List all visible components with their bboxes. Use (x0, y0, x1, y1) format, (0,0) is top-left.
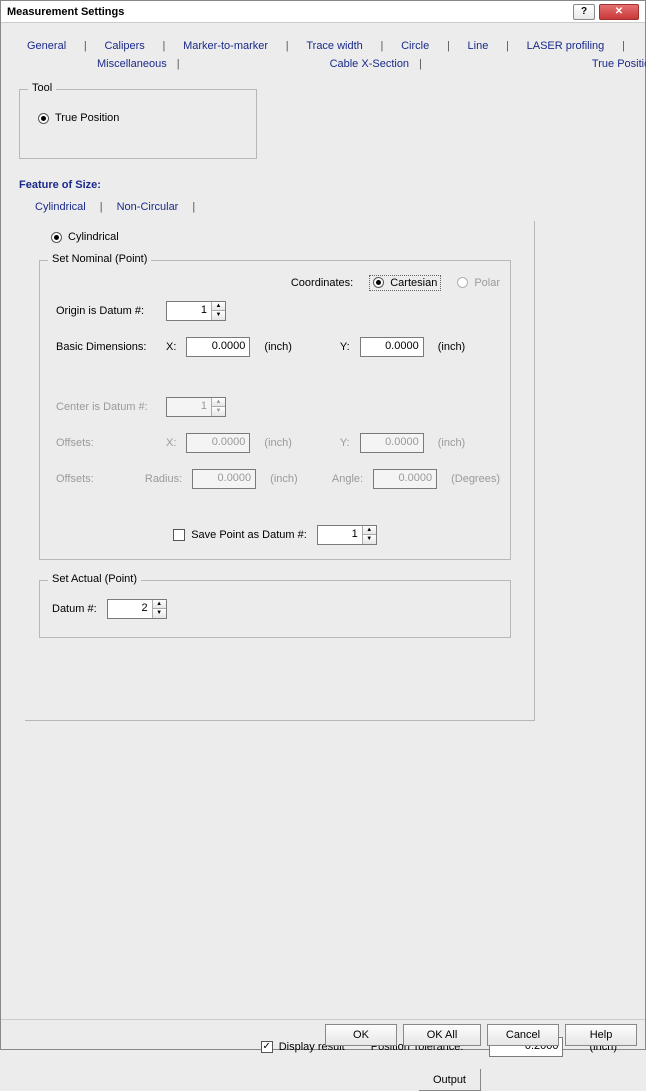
output-button[interactable]: Output (419, 1069, 481, 1091)
spin-up-icon[interactable]: ▲ (363, 526, 376, 535)
tab-true-position[interactable]: True Position (584, 55, 646, 73)
window-title: Measurement Settings (7, 6, 573, 18)
feature-subtabs: Cylindrical| Non-Circular| (15, 197, 631, 215)
spin-down-icon[interactable]: ▼ (363, 534, 376, 544)
radio-dot-icon (51, 232, 62, 243)
radio-dot-icon (457, 277, 468, 288)
tool-true-position-radio[interactable]: True Position (38, 112, 119, 124)
save-point-as-datum-check[interactable]: Save Point as Datum #: (173, 529, 307, 541)
cylindrical-radio[interactable]: Cylindrical (51, 231, 119, 243)
radio-dot-icon (373, 277, 384, 288)
ok-all-button[interactable]: OK All (403, 1024, 481, 1046)
spin-down-icon[interactable]: ▼ (212, 310, 225, 320)
tab-line[interactable]: Line (460, 37, 497, 55)
y-label: Y: (340, 341, 350, 353)
spin-up-icon: ▲ (212, 398, 225, 407)
save-point-datum-field[interactable]: 1 ▲▼ (317, 525, 377, 545)
radio-dot-icon (38, 113, 49, 124)
basic-dimensions-label: Basic Dimensions: (56, 341, 156, 353)
x-unit: (inch) (264, 341, 292, 353)
angle-field: 0.0000 (373, 469, 437, 489)
x-label: X: (166, 341, 176, 353)
set-actual-legend: Set Actual (Point) (48, 573, 141, 585)
tab-marker-to-marker[interactable]: Marker-to-marker (175, 37, 276, 55)
basic-y-field[interactable]: 0.0000 (360, 337, 424, 357)
tab-circle[interactable]: Circle (393, 37, 437, 55)
actual-datum-field[interactable]: 2 ▲▼ (107, 599, 167, 619)
tool-group: Tool True Position (19, 89, 257, 159)
polar-radio[interactable]: Polar (457, 277, 500, 289)
titlebar: Measurement Settings ? ✕ (1, 1, 645, 23)
set-nominal-legend: Set Nominal (Point) (48, 253, 151, 265)
spin-down-icon: ▼ (212, 406, 225, 416)
titlebar-close-button[interactable]: ✕ (599, 4, 639, 20)
tab-general[interactable]: General (19, 37, 74, 55)
origin-datum-field[interactable]: 1 ▲▼ (166, 301, 226, 321)
dialog-window: Measurement Settings ? ✕ General| Calipe… (0, 0, 646, 1050)
origin-datum-label: Origin is Datum #: (56, 305, 156, 317)
center-datum-field: 1 ▲▼ (166, 397, 226, 417)
basic-x-field[interactable]: 0.0000 (186, 337, 250, 357)
offsets-label: Offsets: (56, 437, 156, 449)
tab-miscellaneous[interactable]: Miscellaneous (89, 55, 175, 73)
feature-of-size-header: Feature of Size: (19, 179, 631, 191)
tab-calipers[interactable]: Calipers (96, 37, 152, 55)
checkbox-icon (173, 529, 185, 541)
cancel-button[interactable]: Cancel (487, 1024, 559, 1046)
radius-label: Radius: (145, 473, 182, 485)
help-button[interactable]: Help (565, 1024, 637, 1046)
offsets2-label: Offsets: (56, 473, 135, 485)
set-nominal-group: Set Nominal (Point) Coordinates: Cartesi… (39, 260, 511, 560)
dialog-footer: OK OK All Cancel Help (1, 1019, 645, 1049)
cylindrical-panel: Cylindrical Set Nominal (Point) Coordina… (25, 221, 535, 721)
center-datum-label: Center is Datum #: (56, 401, 156, 413)
coordinates-label: Coordinates: (291, 277, 353, 289)
offset-y-field: 0.0000 (360, 433, 424, 453)
set-actual-group: Set Actual (Point) Datum #: 2 ▲▼ (39, 580, 511, 638)
y-unit: (inch) (438, 341, 466, 353)
tab-cable-x-section[interactable]: Cable X-Section (322, 55, 418, 73)
spin-down-icon[interactable]: ▼ (153, 608, 166, 618)
angle-label: Angle: (332, 473, 363, 485)
content-area: Cylindrical Set Nominal (Point) Coordina… (15, 221, 631, 721)
radius-field: 0.0000 (192, 469, 256, 489)
spin-up-icon[interactable]: ▲ (212, 302, 225, 311)
subtab-non-circular[interactable]: Non-Circular (107, 201, 189, 213)
spin-up-icon[interactable]: ▲ (153, 600, 166, 609)
tab-strip: General| Calipers| Marker-to-marker| Tra… (15, 33, 631, 75)
actual-datum-label: Datum #: (52, 603, 97, 615)
tool-group-legend: Tool (28, 82, 56, 94)
ok-button[interactable]: OK (325, 1024, 397, 1046)
subtab-cylindrical[interactable]: Cylindrical (25, 201, 96, 213)
titlebar-help-button[interactable]: ? (573, 4, 595, 20)
cartesian-radio[interactable]: Cartesian (369, 275, 441, 291)
tab-trace-width[interactable]: Trace width (298, 37, 370, 55)
content: General| Calipers| Marker-to-marker| Tra… (1, 23, 645, 721)
output-row: Output (15, 1069, 631, 1091)
offset-x-field: 0.0000 (186, 433, 250, 453)
tab-laser-profiling[interactable]: LASER profiling (519, 37, 613, 55)
